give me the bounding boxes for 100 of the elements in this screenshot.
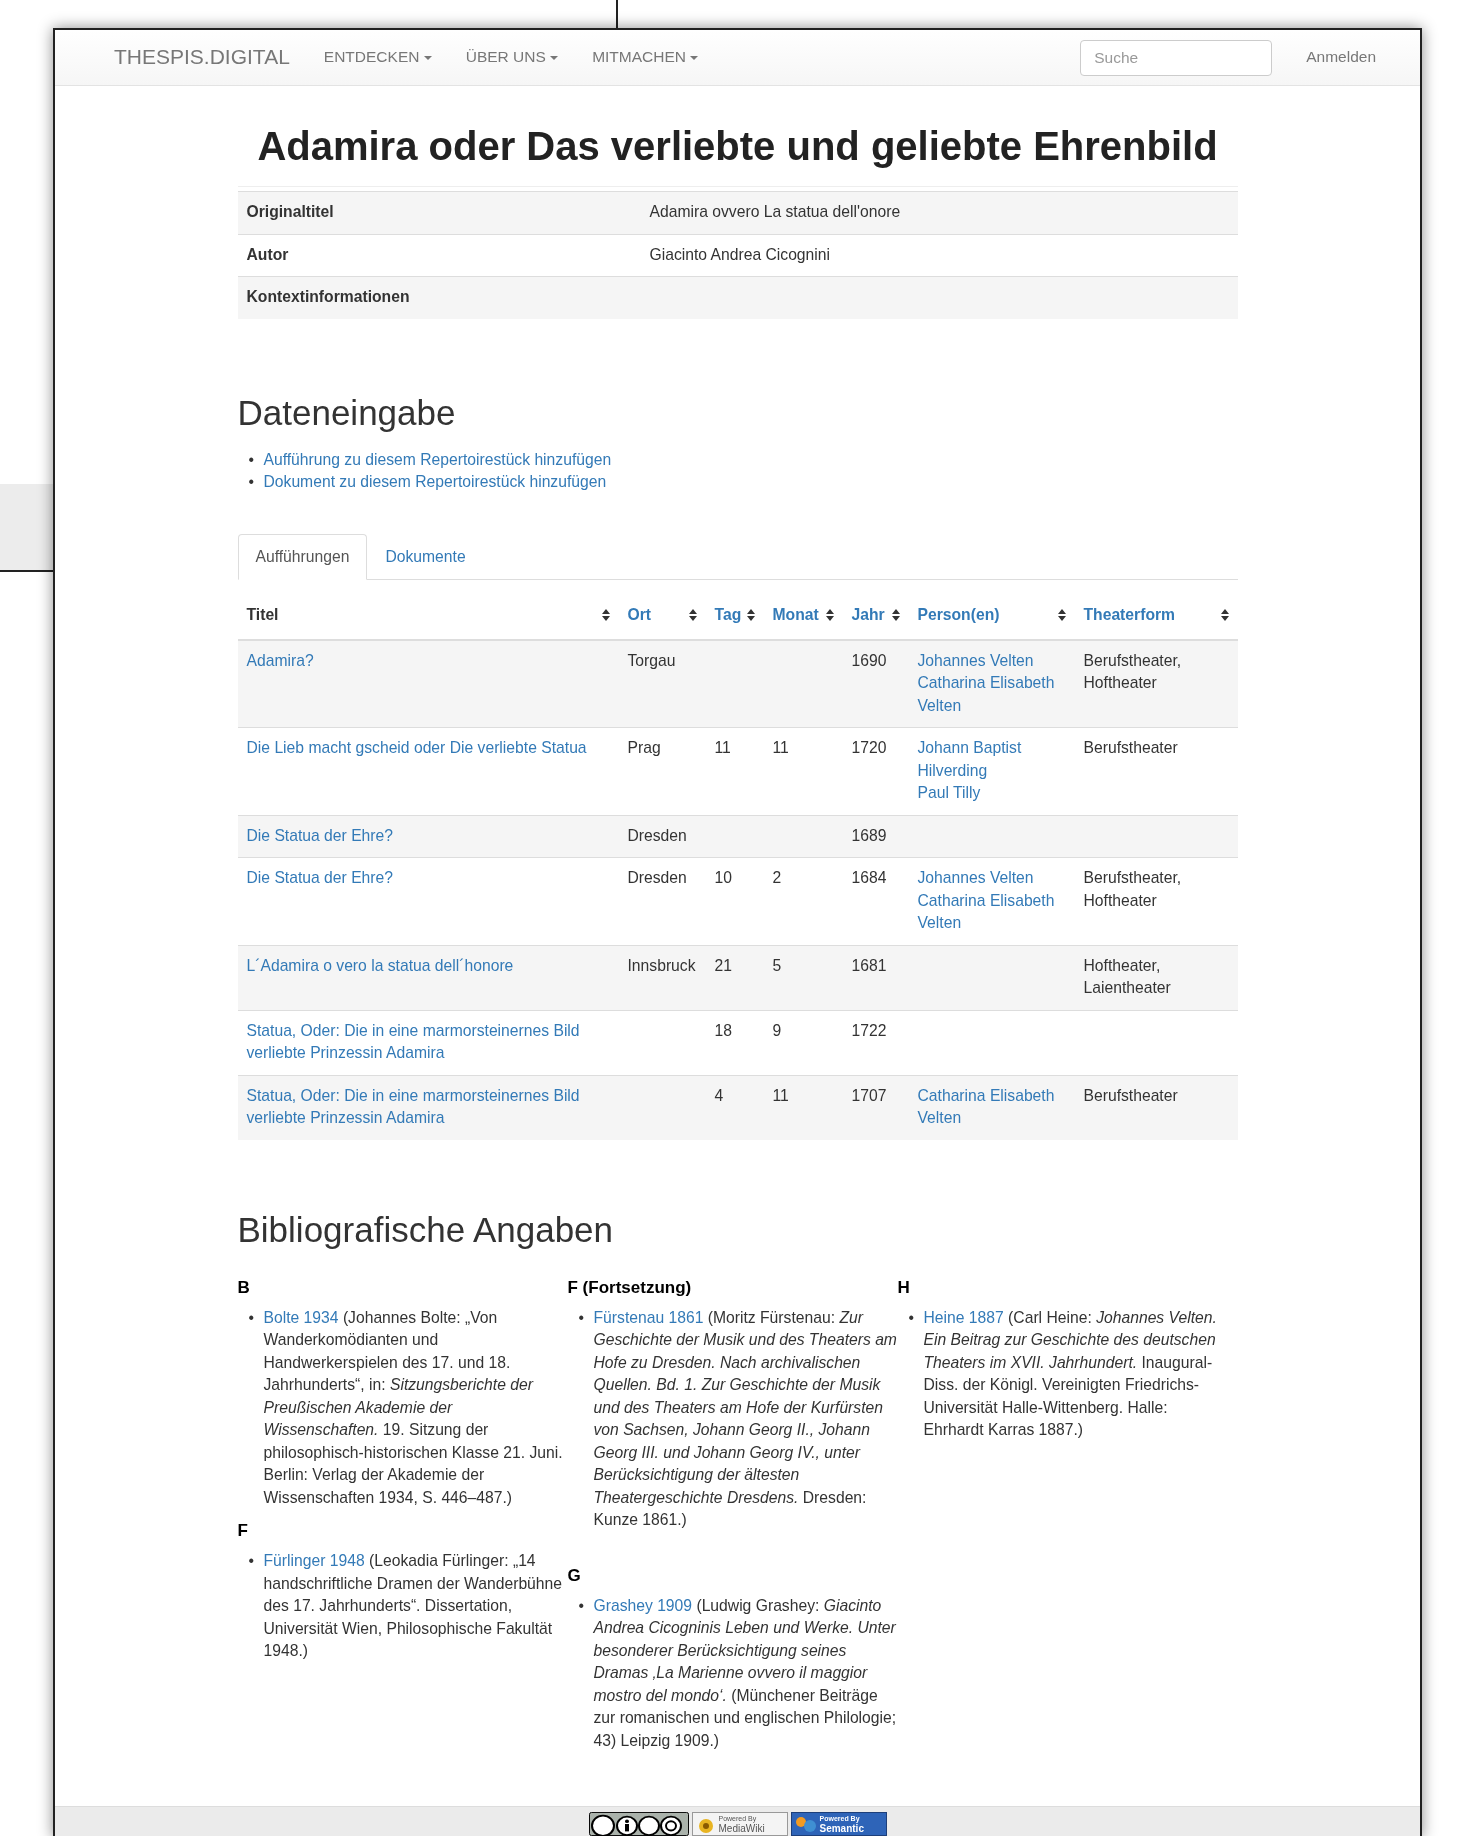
nav-menu[interactable]: ÜBER UNS bbox=[465, 46, 559, 69]
table-cell: Torgau bbox=[627, 651, 676, 669]
column-header[interactable]: Theaterform bbox=[1083, 604, 1176, 627]
column-header[interactable]: Ort bbox=[627, 604, 652, 627]
caret-icon bbox=[423, 56, 432, 61]
letter-heading: G bbox=[567, 1564, 582, 1587]
table-cell: Berufstheater, Hoftheater bbox=[1083, 651, 1182, 691]
tab[interactable]: Aufführungen bbox=[237, 533, 368, 580]
bib-entry: Bolte 1934 (Johannes Bolte: „Von Wanderkomödianten und Handwerkerspielen des 17. und 18. Jahrhunderts“, in: Sitzungsberichte der Preußischen Akademie der Wissenschaften. 19. Sitzung der philosophisch-historischen Klasse 21. Juni. Berlin: Verlag der Akademie der Wissenschaften 1934, S. 446–487.) bbox=[263, 1307, 564, 1508]
sort-icon[interactable] bbox=[601, 609, 610, 622]
login-link[interactable]: Anmelden bbox=[1306, 46, 1376, 69]
sort-icon[interactable] bbox=[1057, 609, 1066, 622]
table-cell: 21 bbox=[714, 956, 732, 974]
person-link[interactable]: Catharina Elisabeth Velten bbox=[917, 672, 1066, 717]
section-heading: Bibliografische Angaben bbox=[237, 1209, 615, 1250]
caret-icon bbox=[550, 56, 559, 61]
title-link[interactable]: Adamira? bbox=[246, 649, 314, 672]
bib-link[interactable]: Heine 1887 bbox=[923, 1308, 1004, 1326]
table-cell: 11 bbox=[714, 739, 731, 756]
table-cell: Dresden bbox=[627, 869, 687, 886]
title-link[interactable]: Die Lieb macht gscheid oder Die verliebte Statua bbox=[246, 737, 587, 760]
table-cell: 5 bbox=[772, 956, 782, 974]
person-link[interactable]: Johannes Velten bbox=[917, 867, 1034, 890]
nav-menu[interactable]: MITMACHEN bbox=[592, 46, 699, 69]
bib-entry: Heine 1887 (Carl Heine: Johannes Velten. Ein Beitrag zur Geschichte des deutschen Theaters im XVII. Jahrhundert. Inaugural-Diss. der Königl. Vereinigten Friedrichs-Universität Halle-Wittenberg. Halle: Ehrhardt Karras 1887.) bbox=[923, 1307, 1218, 1440]
person-link[interactable]: Johannes Velten bbox=[917, 649, 1034, 672]
table-cell: Berufstheater bbox=[1083, 1086, 1178, 1104]
table-cell: 2 bbox=[772, 869, 782, 886]
info-label: Autor bbox=[246, 245, 289, 263]
add-link[interactable]: Dokument zu diesem Repertoirestück hinzufügen bbox=[263, 471, 607, 494]
title-link[interactable]: Die Statua der Ehre? bbox=[246, 867, 393, 890]
sort-icon[interactable] bbox=[746, 609, 755, 622]
info-value: Giacinto Andrea Cicognini bbox=[649, 245, 830, 263]
bib-link[interactable]: Grashey 1909 bbox=[593, 1596, 693, 1614]
table-cell: Berufstheater bbox=[1083, 739, 1178, 756]
bib-link[interactable]: Fürstenau 1861 bbox=[593, 1308, 704, 1326]
bullet: • bbox=[248, 472, 255, 492]
sort-icon[interactable] bbox=[825, 609, 834, 622]
column-header[interactable]: Jahr bbox=[851, 604, 885, 627]
sort-icon[interactable] bbox=[1220, 609, 1229, 622]
person-link[interactable]: Catharina Elisabeth Velten bbox=[917, 889, 1066, 935]
title-link[interactable]: L´Adamira o vero la statua dell´honore bbox=[246, 954, 514, 977]
person-link[interactable]: Paul Tilly bbox=[917, 782, 981, 805]
table-cell: Hoftheater, Laientheater bbox=[1083, 956, 1171, 996]
letter-heading: F (Fortsetzung) bbox=[567, 1276, 693, 1299]
bib-entry: Fürstenau 1861 (Moritz Fürstenau: Zur Geschichte der Musik und des Theaters am Hofe zu Dresden. Nach archivalischen Quellen. Bd. 1. Zur Geschichte der Musik und des Theaters am Hofe der Kurfürsten von Sachsen, Johann Georg II., Johann Georg III. und Johann Georg IV., unter Berücksichtigung der ältesten Theatergeschichte Dresdens. Dresden: Kunze 1861.) bbox=[593, 1307, 898, 1530]
column-header[interactable]: Monat bbox=[772, 604, 819, 627]
title-link[interactable]: Statua, Oder: Die in eine marmorsteinernes Bild verliebte Prinzessin Adamira bbox=[246, 1084, 610, 1130]
dots-icon bbox=[794, 1814, 817, 1834]
section-heading: Dateneingabe bbox=[237, 392, 457, 433]
bib-entry: Fürlinger 1948 (Leokadia Fürlinger: „14 handschriftliche Dramen der Wanderbühne des 17. Jahrhunderts“. Dissertation, Universität Wien, Philosophische Fakultät 1948.) bbox=[263, 1551, 563, 1661]
license-badge-icon[interactable] bbox=[588, 1812, 689, 1836]
table-cell: 18 bbox=[714, 1021, 732, 1039]
table-cell: 1720 bbox=[851, 739, 887, 756]
title-link[interactable]: Die Statua der Ehre? bbox=[246, 824, 393, 847]
letter-heading: H bbox=[897, 1276, 911, 1299]
bib-link[interactable]: Fürlinger 1948 bbox=[263, 1552, 365, 1569]
table-cell: 4 bbox=[714, 1086, 724, 1104]
nav-menu[interactable]: ENTDECKEN bbox=[323, 46, 432, 69]
search-field[interactable]: Suche bbox=[1080, 39, 1273, 76]
add-link[interactable]: Aufführung zu diesem Repertoirestück hinzufügen bbox=[263, 448, 612, 471]
table-cell: 1689 bbox=[851, 826, 887, 844]
table-cell: 11 bbox=[772, 1086, 789, 1104]
table-cell: 11 bbox=[772, 739, 789, 756]
bullet: • bbox=[248, 449, 255, 470]
sort-icon[interactable] bbox=[891, 609, 900, 622]
table-cell: 1707 bbox=[851, 1086, 887, 1104]
title-link[interactable]: Statua, Oder: Die in eine marmorsteinernes Bild verliebte Prinzessin Adamira bbox=[246, 1019, 610, 1065]
table-cell: Innsbruck bbox=[627, 956, 696, 974]
table-cell: Berufstheater, Hoftheater bbox=[1083, 869, 1182, 909]
column-header[interactable]: Titel bbox=[246, 604, 279, 627]
bullet: • bbox=[578, 1595, 585, 1616]
table-cell: 1684 bbox=[851, 869, 887, 886]
table-cell: Prag bbox=[627, 739, 661, 756]
person-link[interactable]: Catharina Elisabeth Velten bbox=[917, 1084, 1066, 1130]
person-link[interactable]: Johann Baptist Hilverding bbox=[917, 737, 1066, 782]
bib-entry: Grashey 1909 (Ludwig Grashey: Giacinto Andrea Cicogninis Leben und Werke. Unter besonderer Berücksichtigung seines Dramas ‚La Marienne ovvero il maggior mostro del mondo‘. (Münchener Beiträge zur romanischen und englischen Philologie; 43) Leipzig 1909.) bbox=[593, 1595, 898, 1751]
sort-icon[interactable] bbox=[688, 609, 697, 622]
table-cell: 10 bbox=[714, 869, 732, 886]
letter-heading: F bbox=[237, 1520, 249, 1542]
caret-icon bbox=[690, 56, 699, 61]
badge-text: Semantic bbox=[819, 1823, 864, 1834]
bullet: • bbox=[908, 1307, 915, 1328]
letter-heading: B bbox=[237, 1276, 251, 1299]
table-cell: 1681 bbox=[851, 956, 887, 974]
bib-link[interactable]: Bolte 1934 bbox=[263, 1308, 339, 1326]
tab[interactable]: Dokumente bbox=[367, 533, 484, 580]
table-cell: Dresden bbox=[627, 826, 687, 844]
table-cell: 1722 bbox=[851, 1021, 887, 1039]
bullet: • bbox=[248, 1307, 255, 1328]
info-label: Originaltitel bbox=[246, 203, 334, 220]
badge-text: MediaWiki bbox=[718, 1823, 765, 1834]
brand-link[interactable]: THESPIS.DIGITAL bbox=[114, 46, 290, 69]
column-header[interactable]: Tag bbox=[714, 604, 742, 627]
bullet: • bbox=[578, 1307, 585, 1328]
column-header[interactable]: Person(en) bbox=[917, 604, 1000, 627]
table-cell: 1690 bbox=[851, 651, 887, 669]
info-label: Kontextinformationen bbox=[246, 288, 410, 305]
page-title: Adamira oder Das verliebte und geliebte Ehrenbild bbox=[237, 122, 1238, 187]
table-cell: 9 bbox=[772, 1021, 782, 1039]
